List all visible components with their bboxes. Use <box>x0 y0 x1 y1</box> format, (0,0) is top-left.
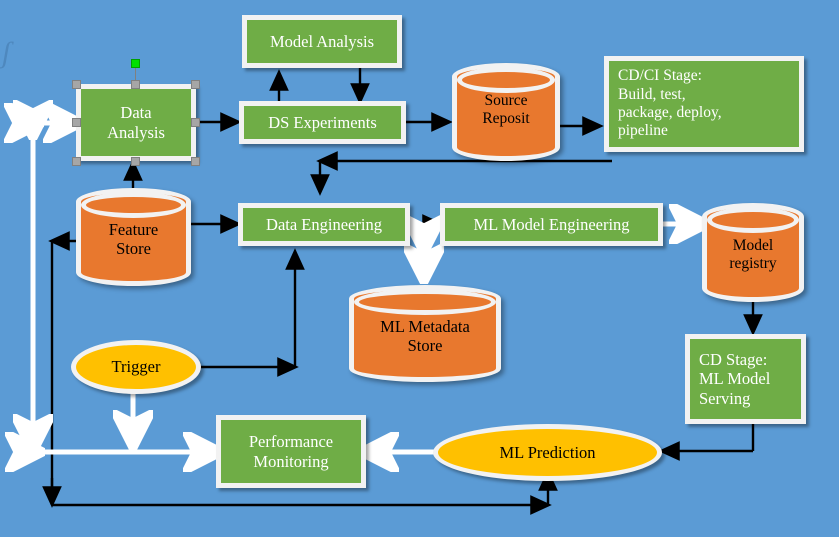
node-data-analysis[interactable]: Data Analysis <box>76 84 196 161</box>
node-label-line: registry <box>729 254 777 272</box>
selection-handle-n[interactable] <box>131 80 140 89</box>
node-label-line: Source <box>484 91 528 109</box>
watermark-doodle: ʃ <box>2 36 11 69</box>
node-label-line: CD Stage: <box>699 349 768 369</box>
node-label-line: package, deploy, <box>618 104 722 121</box>
node-label-line: Reposit <box>482 110 530 128</box>
node-ds-experiments[interactable]: DS Experiments <box>239 101 406 144</box>
node-label: Trigger <box>111 357 161 377</box>
node-data-engineering[interactable]: Data Engineering <box>238 203 410 246</box>
node-trigger[interactable]: Trigger <box>71 340 201 394</box>
selection-handle-ne[interactable] <box>191 80 200 89</box>
cylinder-label-group: Source Reposit <box>452 92 560 129</box>
node-label: ML Prediction <box>499 442 596 462</box>
cylinder-lid <box>457 67 555 93</box>
node-ml-prediction[interactable]: ML Prediction <box>433 424 662 481</box>
node-cd-stage-serving[interactable]: CD Stage: ML Model Serving <box>685 334 806 424</box>
node-label-line: CD/CI Stage: <box>618 67 702 85</box>
selection-handle-sw[interactable] <box>72 157 81 166</box>
selection-handle-s[interactable] <box>131 157 140 166</box>
node-label-line: Feature <box>108 219 159 239</box>
node-label-line: Build, test, <box>618 85 686 103</box>
node-label: Model Analysis <box>269 31 375 51</box>
node-model-registry[interactable]: Model registry <box>702 203 804 302</box>
cylinder-lid <box>707 207 799 233</box>
selection-handle-nw[interactable] <box>72 80 81 89</box>
node-label-line: Serving <box>699 388 751 408</box>
node-ml-model-engineering[interactable]: ML Model Engineering <box>440 203 663 246</box>
node-label: DS Experiments <box>268 112 377 132</box>
node-label-line: ML Model <box>699 369 771 389</box>
node-ml-metadata-store[interactable]: ML Metadata Store <box>349 285 501 382</box>
node-label-line: Store <box>116 239 151 259</box>
selection-handle-e[interactable] <box>191 118 200 127</box>
cylinder-lid <box>81 192 186 218</box>
node-model-analysis[interactable]: Model Analysis <box>242 15 402 68</box>
diagram-canvas: ʃ Data Analysis Model Analysis DS Experi… <box>0 0 839 537</box>
node-cd-ci-stage[interactable]: CD/CI Stage: Build, test, package, deplo… <box>604 56 804 152</box>
selection-handle-w[interactable] <box>72 118 81 127</box>
cylinder-label-group: ML Metadata Store <box>349 316 501 355</box>
node-label-line: Model <box>732 236 774 254</box>
node-label-line: pipeline <box>618 122 668 140</box>
node-label: Data Engineering <box>266 214 382 234</box>
node-label-line: Performance <box>248 432 334 452</box>
node-label-line: Store <box>407 335 443 355</box>
rotation-handle[interactable] <box>131 59 140 68</box>
node-label: ML Model Engineering <box>473 214 630 234</box>
selection-handle-se[interactable] <box>191 157 200 166</box>
node-label-line: Analysis <box>107 122 165 142</box>
node-label-line: ML Metadata <box>380 316 470 336</box>
node-source-repository[interactable]: Source Reposit <box>452 63 560 161</box>
node-label-line: Monitoring <box>253 451 329 471</box>
cylinder-lid <box>354 289 496 315</box>
node-feature-store[interactable]: Feature Store <box>76 188 191 286</box>
node-performance-monitoring[interactable]: Performance Monitoring <box>216 415 366 488</box>
node-label-line: Data <box>120 103 152 123</box>
cylinder-label-group: Model registry <box>702 236 804 273</box>
cylinder-label-group: Feature Store <box>76 220 191 259</box>
